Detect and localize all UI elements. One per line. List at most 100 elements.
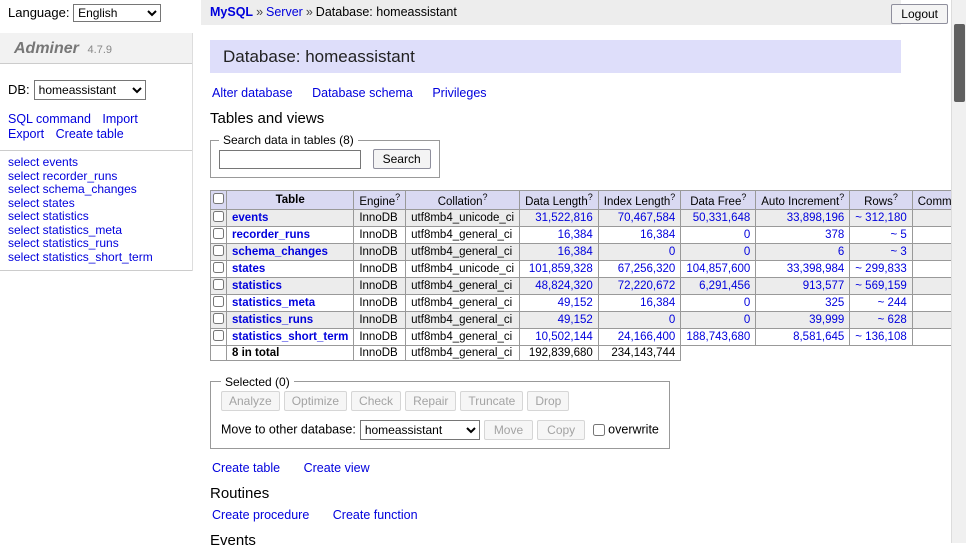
sidebar-link-select-statistics-meta[interactable]: select statistics_meta <box>8 223 122 237</box>
rows-link[interactable]: ~ 299,833 <box>855 263 906 275</box>
search-button[interactable]: Search <box>373 149 431 169</box>
index-length-link[interactable]: 24,166,400 <box>618 331 676 343</box>
data-free-link[interactable]: 0 <box>744 246 750 258</box>
database-schema-link[interactable]: Database schema <box>312 86 413 100</box>
table-link-statistics[interactable]: statistics <box>232 280 282 292</box>
move-button[interactable]: Move <box>484 420 533 440</box>
check-button[interactable]: Check <box>351 391 401 411</box>
index-length-link[interactable]: 72,220,672 <box>618 280 676 292</box>
index-length-link[interactable]: 16,384 <box>640 297 675 309</box>
export-link[interactable]: Export <box>8 127 44 141</box>
table-link-states[interactable]: states <box>232 263 265 275</box>
drop-button[interactable]: Drop <box>527 391 569 411</box>
rows-link[interactable]: ~ 136,108 <box>855 331 906 343</box>
column-help-link[interactable]: ? <box>839 192 844 202</box>
index-length-link[interactable]: 0 <box>669 246 675 258</box>
auto-increment-link[interactable]: 6 <box>838 246 844 258</box>
data-length-link[interactable]: 16,384 <box>558 229 593 241</box>
rows-link[interactable]: ~ 244 <box>878 297 907 309</box>
sidebar-link-select-recorder-runs[interactable]: select recorder_runs <box>8 169 117 183</box>
rows-link[interactable]: ~ 628 <box>878 314 907 326</box>
optimize-button[interactable]: Optimize <box>284 391 347 411</box>
data-length-link[interactable]: 16,384 <box>558 246 593 258</box>
copy-button[interactable]: Copy <box>537 420 585 440</box>
data-length-link[interactable]: 49,152 <box>558 314 593 326</box>
table-link-statistics_meta[interactable]: statistics_meta <box>232 297 315 309</box>
create-table-link[interactable]: Create table <box>212 461 280 475</box>
data-free-link[interactable]: 0 <box>744 314 750 326</box>
overwrite-label[interactable]: overwrite <box>608 422 659 436</box>
table-link-statistics_short_term[interactable]: statistics_short_term <box>232 331 348 343</box>
row-checkbox-states[interactable] <box>213 262 224 273</box>
language-select[interactable]: English <box>73 4 161 22</box>
vertical-scrollbar[interactable] <box>951 0 966 543</box>
table-link-events[interactable]: events <box>232 212 268 224</box>
table-link-statistics_runs[interactable]: statistics_runs <box>232 314 313 326</box>
row-checkbox-events[interactable] <box>213 211 224 222</box>
index-length-link[interactable]: 70,467,584 <box>618 212 676 224</box>
row-checkbox-statistics_short_term[interactable] <box>213 330 224 341</box>
scrollbar-thumb[interactable] <box>954 24 965 102</box>
table-link-recorder_runs[interactable]: recorder_runs <box>232 229 310 241</box>
data-free-link[interactable]: 6,291,456 <box>699 280 750 292</box>
data-free-link[interactable]: 0 <box>744 297 750 309</box>
data-free-link[interactable]: 0 <box>744 229 750 241</box>
logout-button[interactable]: Logout <box>891 4 948 24</box>
row-checkbox-recorder_runs[interactable] <box>213 228 224 239</box>
column-help-link[interactable]: ? <box>395 192 400 202</box>
search-input[interactable] <box>219 150 361 169</box>
row-checkbox-statistics_runs[interactable] <box>213 313 224 324</box>
column-help-link[interactable]: ? <box>670 192 675 202</box>
truncate-button[interactable]: Truncate <box>460 391 523 411</box>
analyze-button[interactable]: Analyze <box>221 391 280 411</box>
index-length-link[interactable]: 0 <box>669 314 675 326</box>
alter-database-link[interactable]: Alter database <box>212 86 293 100</box>
table-link-schema_changes[interactable]: schema_changes <box>232 246 328 258</box>
overwrite-checkbox[interactable] <box>593 424 605 436</box>
db-select[interactable]: homeassistant <box>34 80 146 100</box>
import-link[interactable]: Import <box>102 112 137 126</box>
create-function-link[interactable]: Create function <box>333 508 418 522</box>
select-all-checkbox[interactable] <box>213 193 224 204</box>
column-help-link[interactable]: ? <box>482 192 487 202</box>
sql-command-link[interactable]: SQL command <box>8 112 91 126</box>
data-free-link[interactable]: 188,743,680 <box>686 331 750 343</box>
row-checkbox-schema_changes[interactable] <box>213 245 224 256</box>
data-length-link[interactable]: 48,824,320 <box>535 280 593 292</box>
rows-link[interactable]: ~ 3 <box>890 246 906 258</box>
auto-increment-link[interactable]: 325 <box>825 297 844 309</box>
rows-link[interactable]: ~ 5 <box>890 229 906 241</box>
column-help-link[interactable]: ? <box>893 192 898 202</box>
index-length-link[interactable]: 67,256,320 <box>618 263 676 275</box>
index-length-link[interactable]: 16,384 <box>640 229 675 241</box>
auto-increment-link[interactable]: 33,898,196 <box>787 212 845 224</box>
sidebar-link-select-events[interactable]: select events <box>8 155 78 169</box>
breadcrumb-server-link[interactable]: Server <box>266 5 303 19</box>
column-help-link[interactable]: ? <box>588 192 593 202</box>
row-checkbox-statistics[interactable] <box>213 279 224 290</box>
create-view-link[interactable]: Create view <box>304 461 370 475</box>
rows-link[interactable]: ~ 312,180 <box>855 212 906 224</box>
sidebar-link-select-statistics-short-term[interactable]: select statistics_short_term <box>8 250 153 264</box>
rows-link[interactable]: ~ 569,159 <box>855 280 906 292</box>
move-db-select[interactable]: homeassistant <box>360 420 480 440</box>
auto-increment-link[interactable]: 378 <box>825 229 844 241</box>
auto-increment-link[interactable]: 913,577 <box>803 280 845 292</box>
sidebar-link-select-statistics-runs[interactable]: select statistics_runs <box>8 236 119 250</box>
sidebar-link-select-statistics[interactable]: select statistics <box>8 209 89 223</box>
auto-increment-link[interactable]: 33,398,984 <box>787 263 845 275</box>
breadcrumb-mysql-link[interactable]: MySQL <box>210 5 253 19</box>
row-checkbox-statistics_meta[interactable] <box>213 296 224 307</box>
sidebar-link-select-states[interactable]: select states <box>8 196 75 210</box>
auto-increment-link[interactable]: 8,581,645 <box>793 331 844 343</box>
data-free-link[interactable]: 50,331,648 <box>693 212 751 224</box>
create-procedure-link[interactable]: Create procedure <box>212 508 309 522</box>
create-table-sidebar-link[interactable]: Create table <box>56 127 124 141</box>
column-help-link[interactable]: ? <box>741 192 746 202</box>
auto-increment-link[interactable]: 39,999 <box>809 314 844 326</box>
sidebar-link-select-schema-changes[interactable]: select schema_changes <box>8 182 137 196</box>
privileges-link[interactable]: Privileges <box>432 86 486 100</box>
data-length-link[interactable]: 49,152 <box>558 297 593 309</box>
data-free-link[interactable]: 104,857,600 <box>686 263 750 275</box>
data-length-link[interactable]: 10,502,144 <box>535 331 593 343</box>
